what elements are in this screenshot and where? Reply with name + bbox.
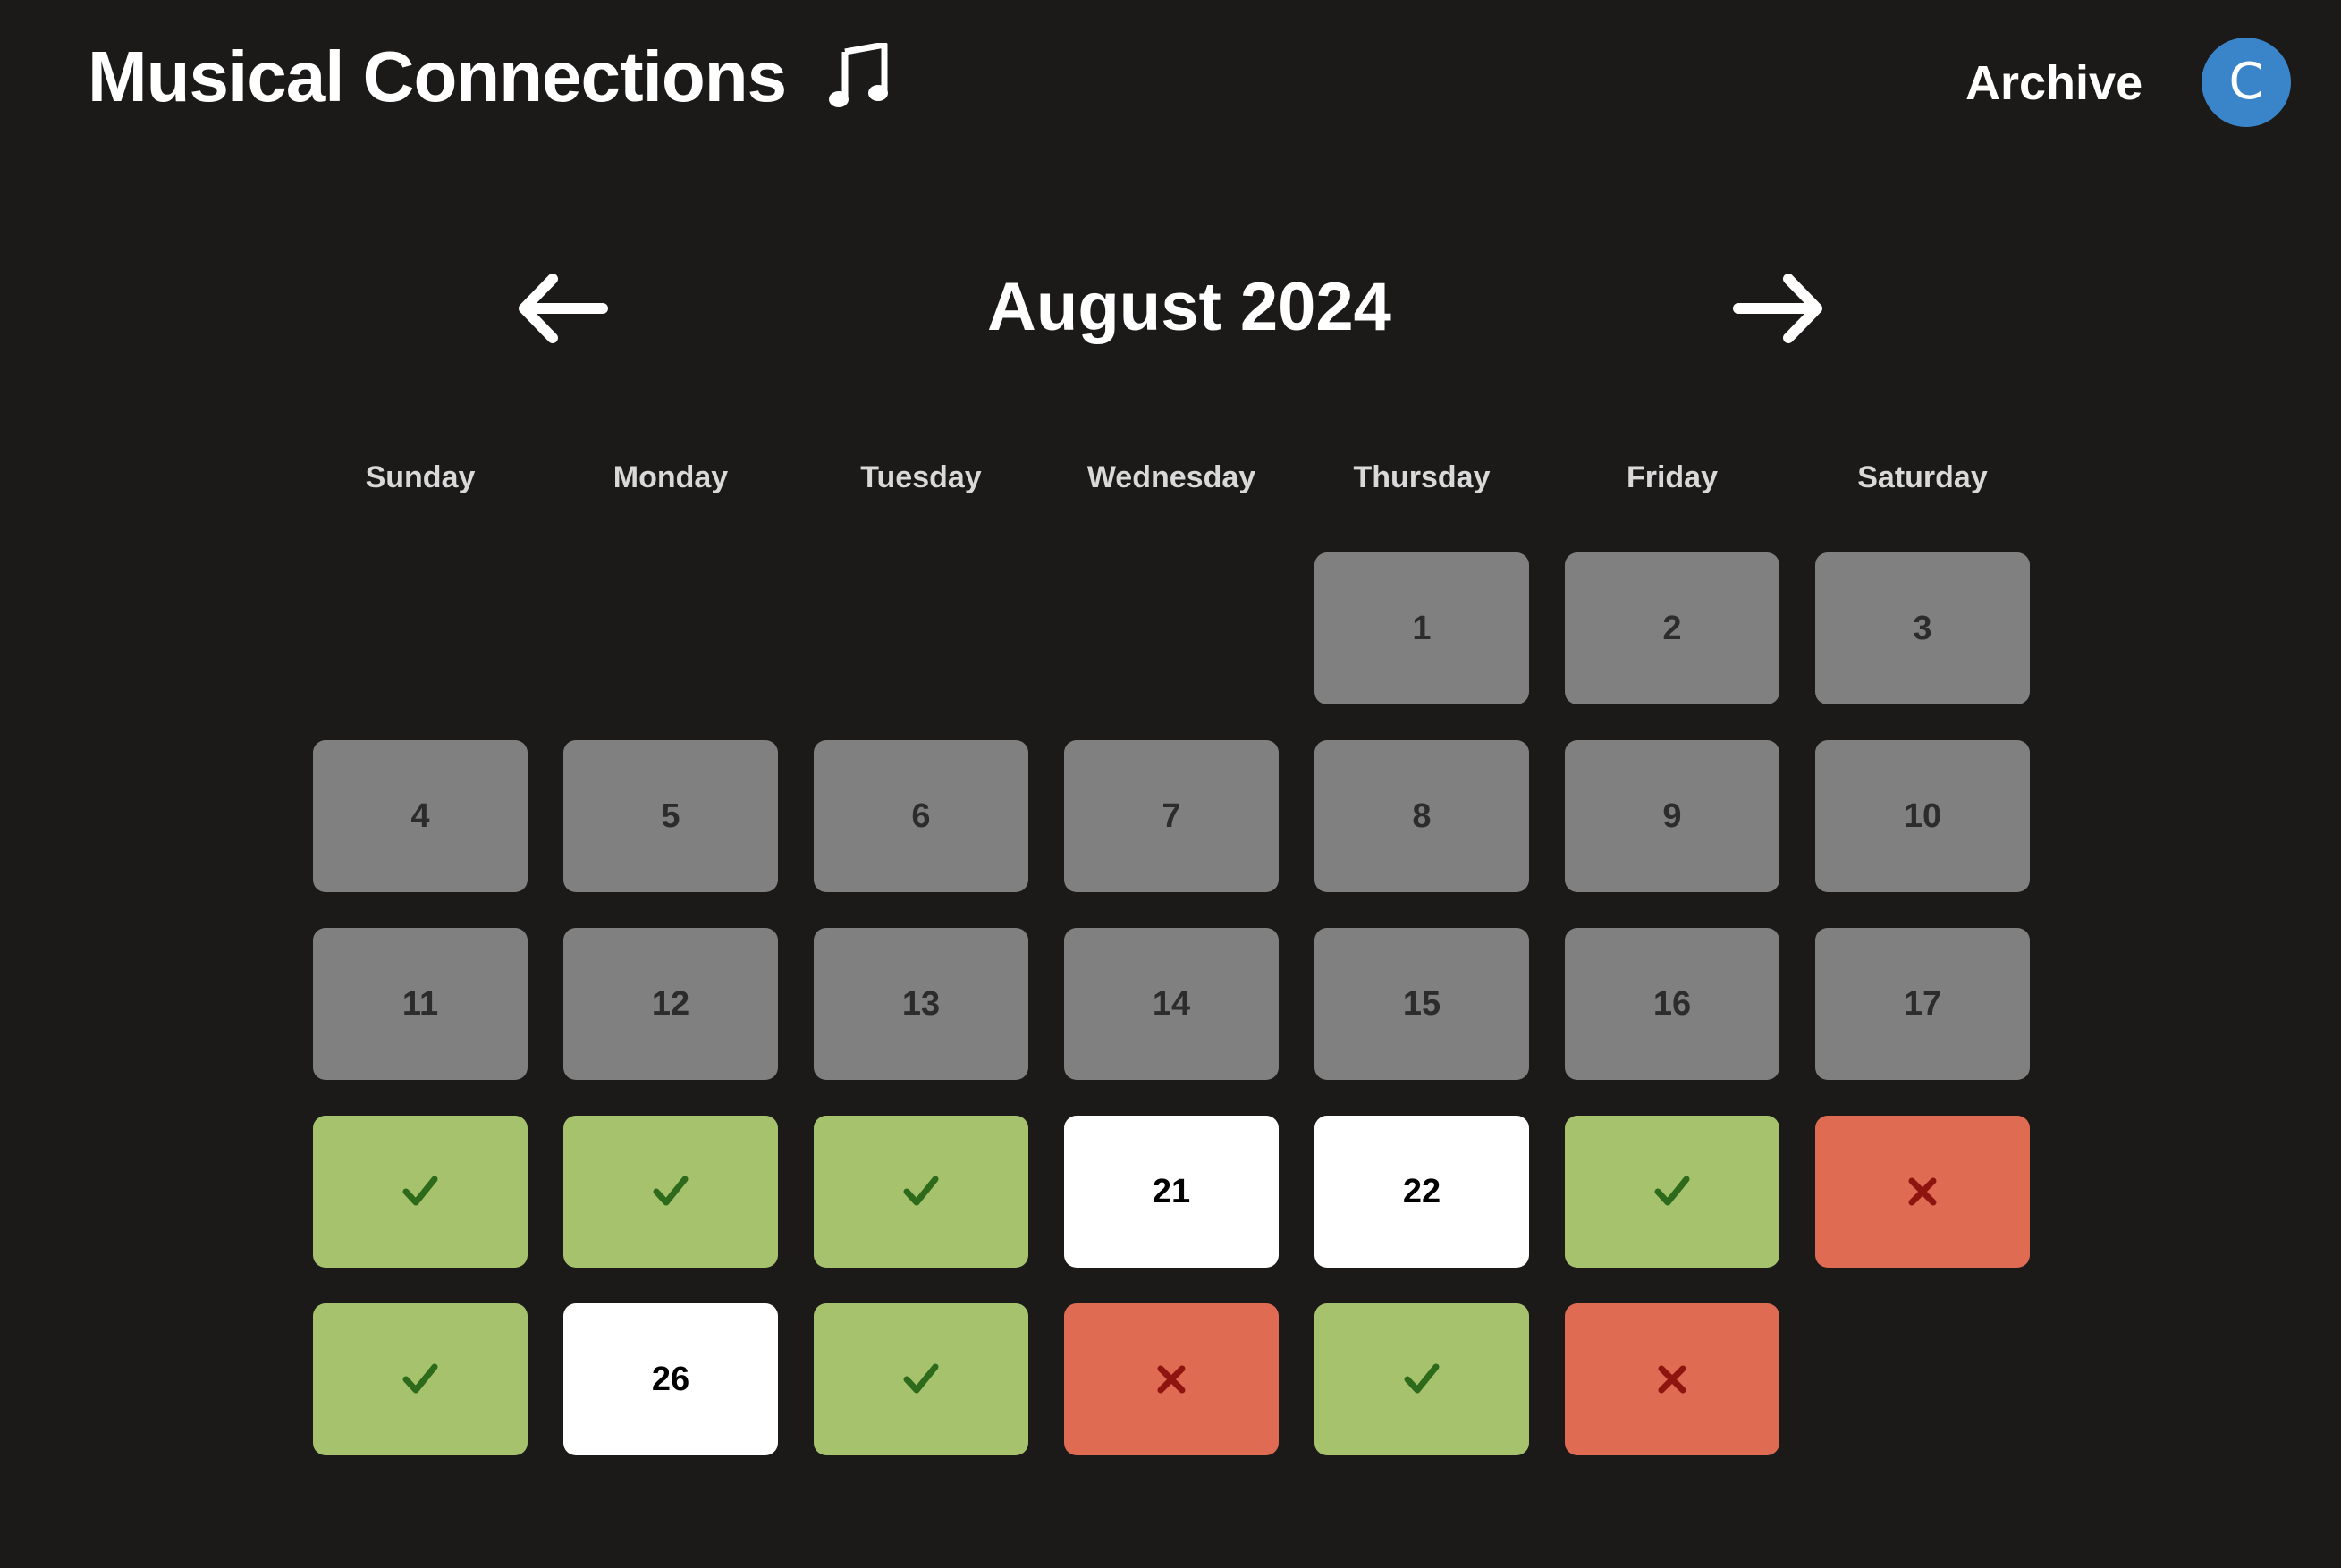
weekday-friday: Friday xyxy=(1626,460,1719,494)
calendar-day-12[interactable]: 12 xyxy=(563,928,778,1080)
calendar-day-17[interactable]: 17 xyxy=(1815,928,2030,1080)
weekday-tuesday: Tuesday xyxy=(860,460,982,494)
calendar-day-number: 10 xyxy=(1903,797,1942,835)
calendar-day-number: 8 xyxy=(1412,797,1432,835)
weekday-header-row: Sunday Monday Tuesday Wednesday Thursday Frid… xyxy=(313,452,2030,502)
calendar-day-4[interactable]: 4 xyxy=(313,740,528,892)
calendar-day-number: 21 xyxy=(1152,1172,1191,1210)
weekday-sunday: Sunday xyxy=(365,460,476,494)
calendar-day-5[interactable]: 5 xyxy=(563,740,778,892)
calendar-day-number: 13 xyxy=(901,984,941,1023)
checkmark-icon xyxy=(401,1174,440,1210)
calendar-day-number: 12 xyxy=(651,984,690,1023)
calendar-day-23[interactable] xyxy=(1565,1116,1779,1268)
weekday-monday: Monday xyxy=(613,460,729,494)
weekday-thursday: Thursday xyxy=(1353,460,1491,494)
month-navigation: August 2024 xyxy=(0,250,2341,358)
calendar-day-16[interactable]: 16 xyxy=(1565,928,1779,1080)
calendar-day-number: 3 xyxy=(1913,609,1932,647)
calendar-blank-cell xyxy=(814,552,1028,704)
calendar-day-number: 5 xyxy=(661,797,680,835)
app-title: Musical Connections xyxy=(88,32,893,122)
calendar-day-27[interactable] xyxy=(814,1303,1028,1455)
calendar-day-number: 2 xyxy=(1662,609,1682,647)
calendar-day-8[interactable]: 8 xyxy=(1314,740,1529,892)
calendar-day-9[interactable]: 9 xyxy=(1565,740,1779,892)
checkmark-icon xyxy=(901,1361,941,1397)
calendar-day-22[interactable]: 22 xyxy=(1314,1116,1529,1268)
calendar-day-20[interactable] xyxy=(814,1116,1028,1268)
page: Musical Connections Archive C August 202… xyxy=(0,0,2341,1568)
calendar-grid: 1 2 3 4 5 6 7 8 9 10 11 12 13 14 15 16 17 21 22 26 xyxy=(313,552,2030,1455)
calendar-day-number: 9 xyxy=(1662,797,1682,835)
calendar-day-28[interactable] xyxy=(1064,1303,1279,1455)
calendar-day-number: 1 xyxy=(1412,609,1432,647)
calendar-day-7[interactable]: 7 xyxy=(1064,740,1279,892)
checkmark-icon xyxy=(401,1361,440,1397)
calendar-day-number: 11 xyxy=(401,984,439,1023)
calendar-day-13[interactable]: 13 xyxy=(814,928,1028,1080)
calendar-day-25[interactable] xyxy=(313,1303,528,1455)
calendar-day-1[interactable]: 1 xyxy=(1314,552,1529,704)
music-note-icon xyxy=(829,41,893,111)
archive-link[interactable]: Archive xyxy=(1965,52,2142,114)
calendar-day-number: 17 xyxy=(1903,984,1942,1023)
calendar-blank-cell xyxy=(1064,552,1279,704)
calendar-day-18[interactable] xyxy=(313,1116,528,1268)
weekday-saturday: Saturday xyxy=(1857,460,1988,494)
calendar-day-number: 14 xyxy=(1152,984,1191,1023)
calendar-blank-cell xyxy=(313,552,528,704)
next-month-button[interactable] xyxy=(1729,268,1828,349)
app-title-text: Musical Connections xyxy=(88,37,787,116)
calendar-day-11[interactable]: 11 xyxy=(313,928,528,1080)
calendar-day-15[interactable]: 15 xyxy=(1314,928,1529,1080)
calendar-day-24[interactable] xyxy=(1815,1116,2030,1268)
cross-icon xyxy=(1154,1362,1188,1396)
calendar-day-29[interactable] xyxy=(1314,1303,1529,1455)
avatar[interactable]: C xyxy=(2202,38,2291,127)
calendar-day-number: 6 xyxy=(911,797,931,835)
calendar-day-26[interactable]: 26 xyxy=(563,1303,778,1455)
calendar-day-30[interactable] xyxy=(1565,1303,1779,1455)
checkmark-icon xyxy=(1402,1361,1441,1397)
arrow-right-icon xyxy=(1733,274,1822,343)
checkmark-icon xyxy=(651,1174,690,1210)
calendar-day-number: 15 xyxy=(1402,984,1441,1023)
cross-icon xyxy=(1906,1175,1940,1209)
calendar-day-19[interactable] xyxy=(563,1116,778,1268)
calendar-day-2[interactable]: 2 xyxy=(1565,552,1779,704)
calendar-day-number: 4 xyxy=(410,797,430,835)
calendar-day-number: 26 xyxy=(651,1360,690,1398)
calendar-day-number: 16 xyxy=(1652,984,1692,1023)
calendar-day-number: 7 xyxy=(1162,797,1181,835)
cross-icon xyxy=(1655,1362,1689,1396)
checkmark-icon xyxy=(1652,1174,1692,1210)
calendar-blank-cell xyxy=(563,552,778,704)
calendar-day-21[interactable]: 21 xyxy=(1064,1116,1279,1268)
checkmark-icon xyxy=(901,1174,941,1210)
calendar-day-14[interactable]: 14 xyxy=(1064,928,1279,1080)
calendar-day-number: 22 xyxy=(1402,1172,1441,1210)
calendar-day-6[interactable]: 6 xyxy=(814,740,1028,892)
calendar-day-3[interactable]: 3 xyxy=(1815,552,2030,704)
calendar-day-10[interactable]: 10 xyxy=(1815,740,2030,892)
month-title: August 2024 xyxy=(987,269,1391,345)
weekday-wednesday: Wednesday xyxy=(1086,460,1256,494)
header: Musical Connections Archive C xyxy=(0,0,2341,161)
